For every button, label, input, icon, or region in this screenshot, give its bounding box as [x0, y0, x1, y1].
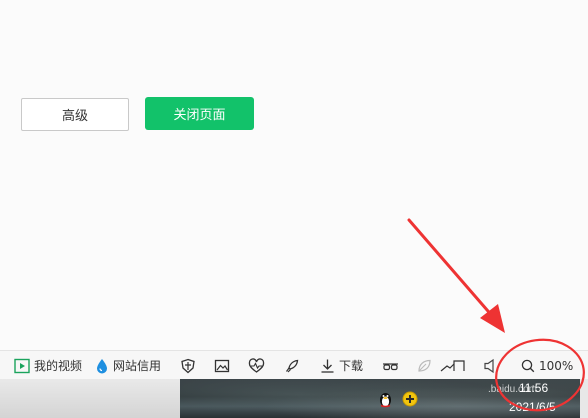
mute-button[interactable]	[484, 351, 496, 380]
qq-penguin-icon[interactable]	[378, 389, 393, 409]
eco-button[interactable]	[416, 351, 432, 380]
image-button[interactable]	[214, 351, 230, 380]
health-button[interactable]	[248, 351, 265, 380]
security-button[interactable]	[180, 351, 196, 380]
my-video-label: 我的视频	[34, 359, 83, 373]
reading-mode-button[interactable]	[382, 351, 399, 380]
glasses-icon	[383, 362, 398, 370]
browser-status-bar: 我的视频 网站信用 下载 100%	[0, 350, 588, 379]
play-icon	[14, 358, 30, 373]
accelerate-button[interactable]	[284, 351, 300, 380]
site-credit-button[interactable]: 网站信用	[95, 351, 161, 380]
watermark-text: .baidu.com	[488, 384, 537, 395]
advanced-button[interactable]: 高级	[21, 98, 129, 131]
zoom-button[interactable]: 100%	[521, 351, 573, 380]
speaker-icon	[484, 358, 494, 373]
zoom-level: 100%	[539, 358, 574, 373]
page-content: 高级 关闭页面	[0, 0, 588, 350]
taskbar-window-button[interactable]	[0, 379, 180, 418]
shield-icon	[181, 358, 195, 373]
heart-pulse-icon	[248, 357, 265, 373]
download-label: 下载	[339, 359, 364, 373]
leaf-icon	[418, 359, 431, 372]
clock-date[interactable]: 2021/6/5	[509, 400, 556, 414]
chart-icon	[440, 359, 465, 371]
plus-badge-icon[interactable]	[402, 391, 418, 407]
image-icon	[214, 359, 230, 372]
stats-button[interactable]	[440, 351, 466, 380]
rocket-icon	[286, 359, 299, 372]
drop-icon	[97, 358, 107, 373]
my-video-button[interactable]: 我的视频	[14, 351, 82, 380]
show-desktop-button[interactable]	[580, 379, 588, 418]
close-page-button[interactable]: 关闭页面	[145, 97, 254, 130]
download-icon	[321, 359, 334, 373]
site-credit-label: 网站信用	[113, 359, 162, 373]
zoom-icon	[521, 359, 535, 372]
download-button[interactable]: 下载	[320, 351, 363, 380]
